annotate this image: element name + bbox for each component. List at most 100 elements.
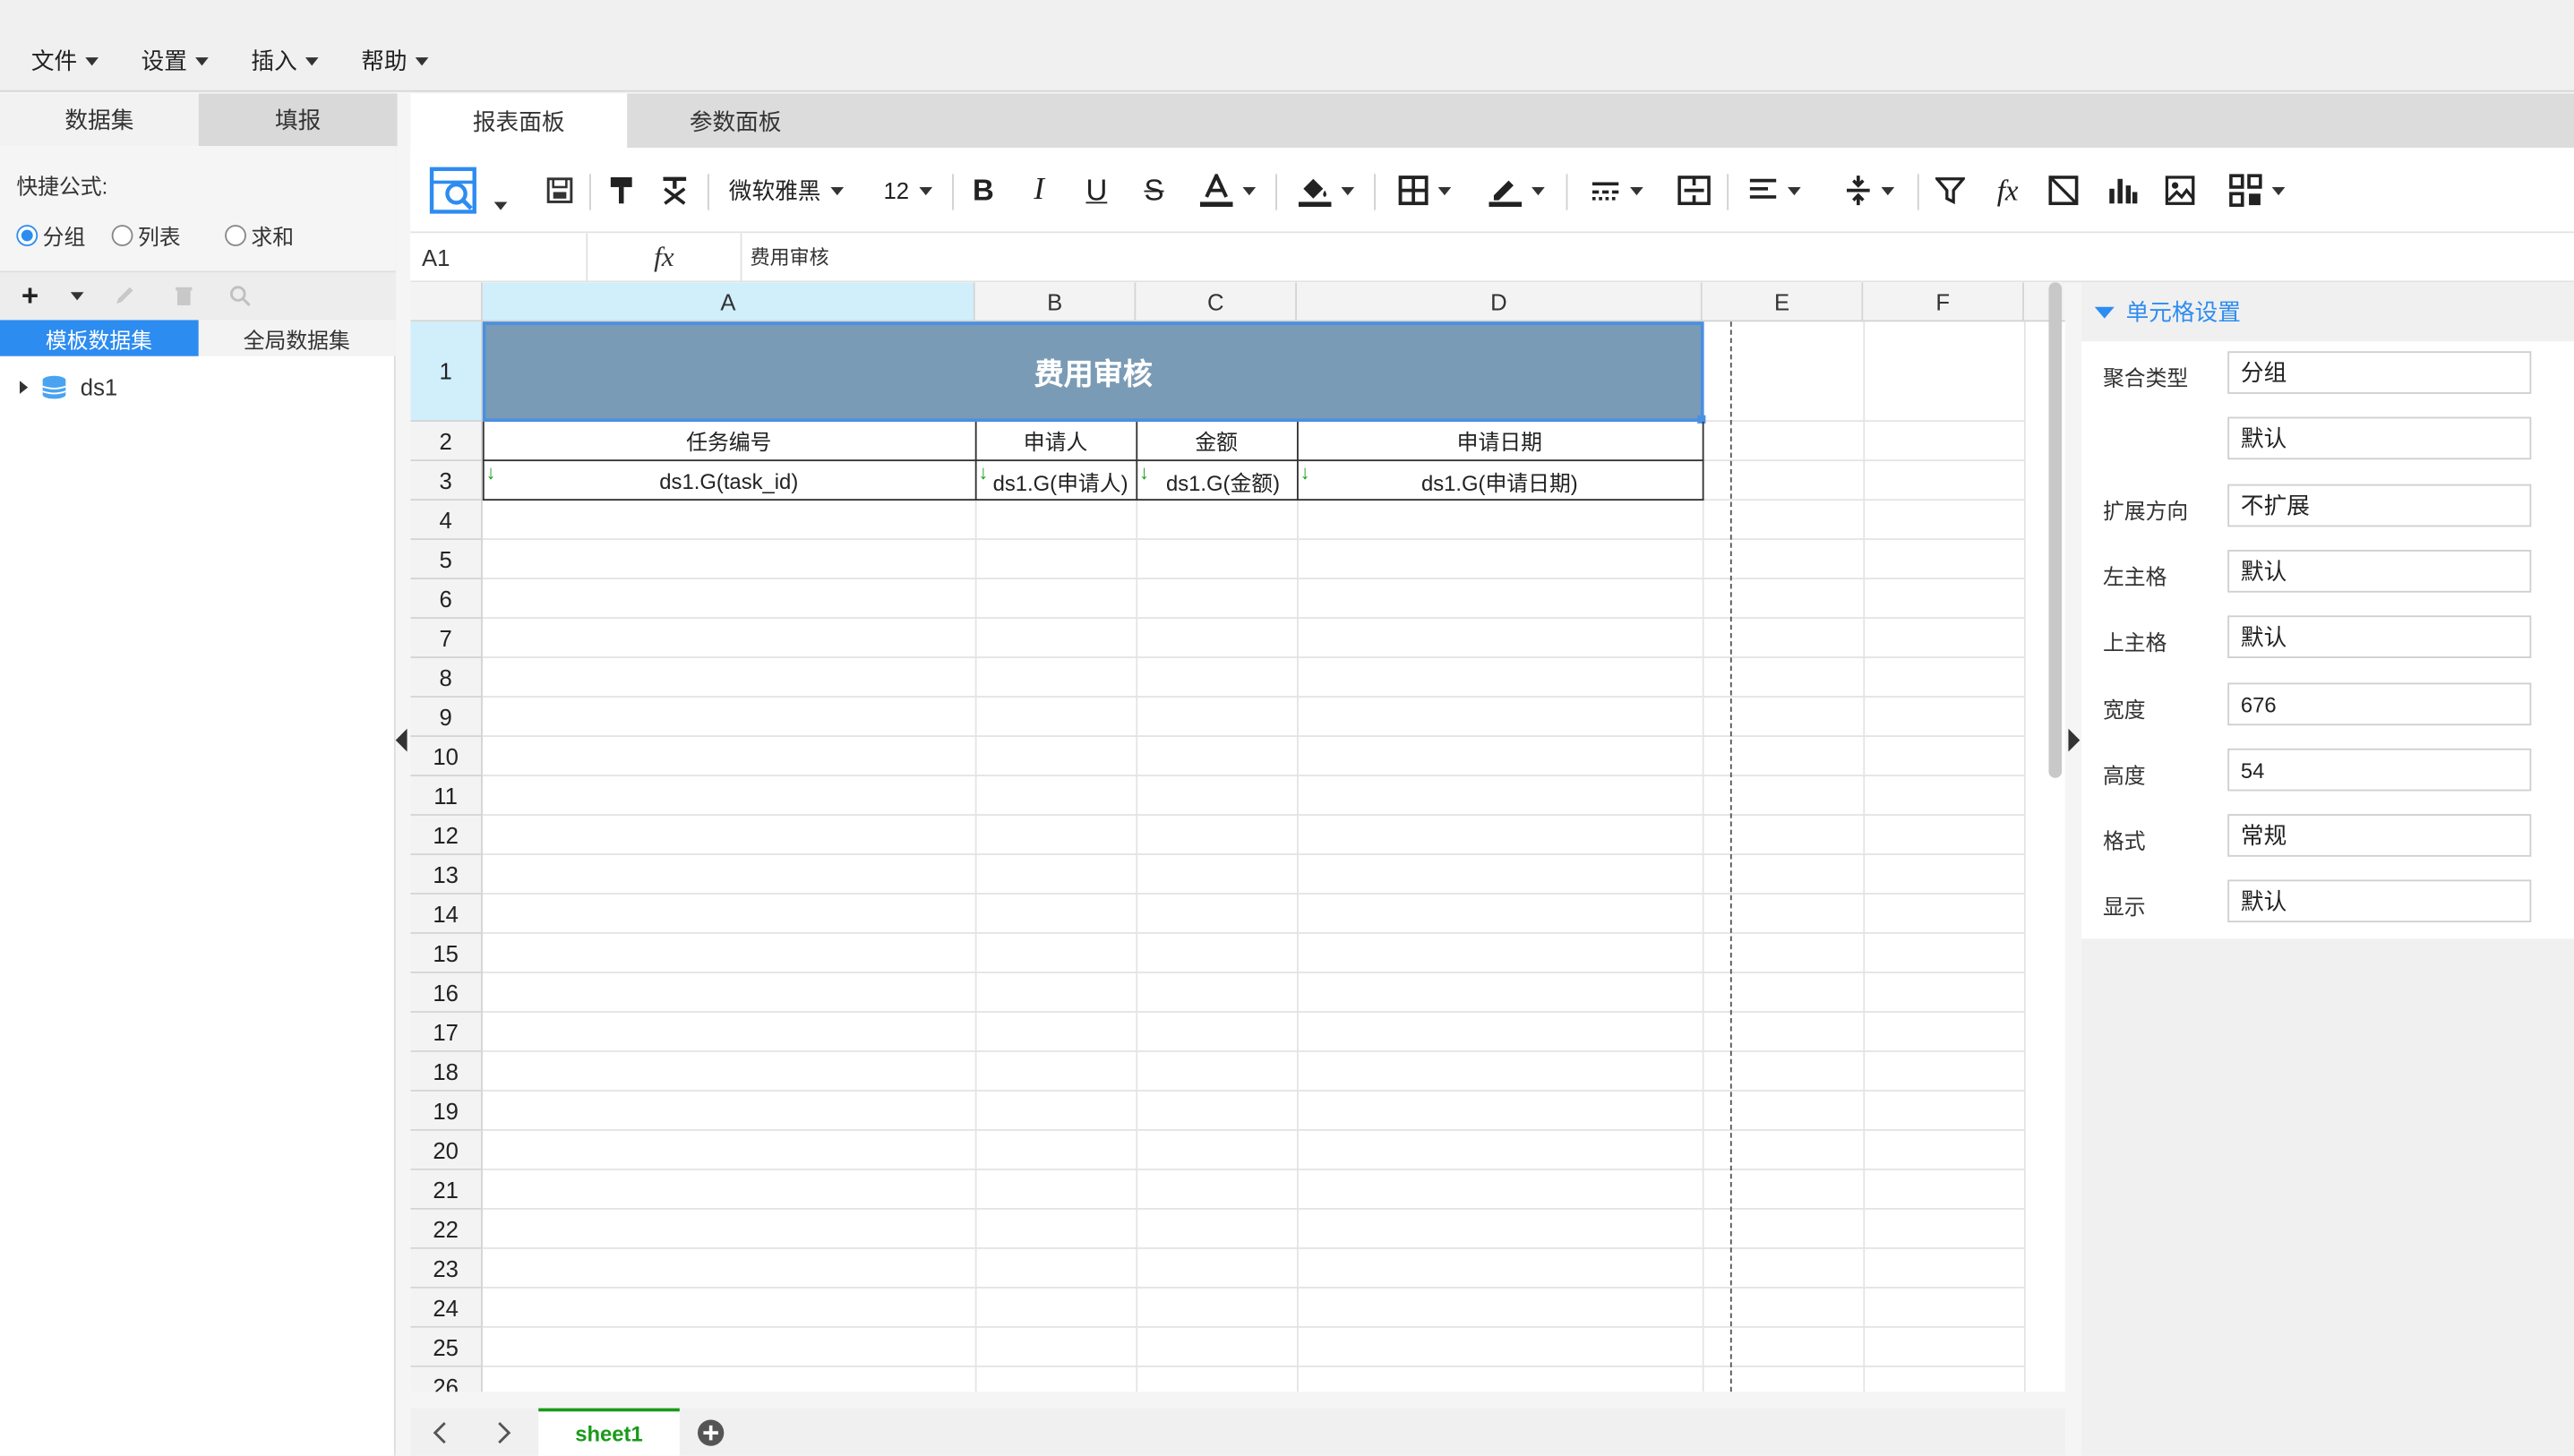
row-header[interactable]: 23: [410, 1248, 483, 1289]
preview-button[interactable]: [427, 164, 510, 217]
select-all-corner[interactable]: [410, 282, 483, 322]
header-cell-task-id[interactable]: 任务编号: [483, 422, 975, 459]
data-cell-date[interactable]: ds1.G(申请日期): [1297, 461, 1703, 501]
aggregate-sub-select[interactable]: 默认: [2227, 416, 2532, 460]
menu-file[interactable]: 文件: [31, 44, 99, 77]
row-header[interactable]: 2: [410, 422, 483, 462]
font-family-select[interactable]: 微软雅黑: [725, 164, 847, 217]
font-size-select[interactable]: 12: [879, 164, 935, 217]
header-cell-date[interactable]: 申请日期: [1297, 422, 1703, 459]
tab-report-panel[interactable]: 报表面板: [410, 93, 628, 148]
tab-global-dataset[interactable]: 全局数据集: [197, 320, 396, 356]
row-header[interactable]: 22: [410, 1209, 483, 1249]
row-header[interactable]: 12: [410, 815, 483, 855]
row-header[interactable]: 1: [410, 321, 483, 423]
row-header[interactable]: 18: [410, 1051, 483, 1092]
chevron-down-icon[interactable]: [70, 292, 84, 301]
bold-button[interactable]: B: [965, 164, 1001, 217]
row-header[interactable]: 8: [410, 657, 483, 698]
radio-group[interactable]: 分组: [16, 220, 85, 252]
col-header-b[interactable]: B: [974, 282, 1137, 322]
edit-icon[interactable]: [113, 284, 136, 307]
expand-direction-select[interactable]: 不扩展: [2227, 484, 2532, 527]
strikethrough-button[interactable]: S: [1136, 164, 1171, 217]
add-sheet-icon[interactable]: [696, 1418, 725, 1448]
delete-icon[interactable]: [172, 284, 195, 307]
border-button[interactable]: [1394, 164, 1456, 217]
top-parent-select[interactable]: 默认: [2227, 615, 2532, 658]
format-painter-button[interactable]: [605, 164, 640, 217]
chart-button[interactable]: [2105, 164, 2141, 217]
row-header[interactable]: 16: [410, 972, 483, 1013]
more-button[interactable]: [2225, 164, 2290, 217]
clear-format-button[interactable]: [656, 164, 692, 217]
radio-sum[interactable]: 求和: [225, 220, 294, 252]
row-header[interactable]: 24: [410, 1288, 483, 1328]
function-button[interactable]: fx: [1988, 164, 2028, 217]
align-button[interactable]: [1744, 164, 1806, 217]
filter-button[interactable]: [1932, 164, 1968, 217]
data-cell-amount[interactable]: ds1.G(金额): [1149, 461, 1297, 501]
collapse-right-icon[interactable]: [2068, 728, 2081, 752]
image-button[interactable]: [2162, 164, 2198, 217]
cell-settings-header[interactable]: 单元格设置: [2081, 282, 2574, 341]
menu-insert[interactable]: 插入: [251, 44, 319, 77]
next-sheet-icon[interactable]: [496, 1421, 512, 1444]
row-header[interactable]: 6: [410, 579, 483, 620]
data-cell-task-id[interactable]: ds1.G(task_id): [483, 461, 975, 501]
tab-template-dataset[interactable]: 模板数据集: [0, 320, 198, 356]
format-select[interactable]: 常规: [2227, 814, 2532, 857]
spreadsheet-grid[interactable]: A B C D E F 1 2 3 4 5 6 7 8 9 10 11 12 1…: [410, 282, 2065, 1392]
col-header-c[interactable]: C: [1136, 282, 1297, 322]
row-header[interactable]: 3: [410, 461, 483, 501]
row-header[interactable]: 19: [410, 1091, 483, 1131]
vertical-align-button[interactable]: [1839, 164, 1901, 217]
slash-cell-button[interactable]: [2046, 164, 2081, 217]
display-select[interactable]: 默认: [2227, 879, 2532, 923]
border-style-button[interactable]: [1586, 164, 1649, 217]
tab-param-panel[interactable]: 参数面板: [627, 93, 844, 147]
tab-fill[interactable]: 填报: [198, 93, 398, 147]
search-icon[interactable]: [228, 284, 252, 307]
save-button[interactable]: [542, 164, 578, 217]
expand-icon[interactable]: [19, 381, 29, 394]
fill-color-button[interactable]: [1291, 164, 1360, 217]
row-header[interactable]: 26: [410, 1366, 483, 1392]
sheet-tab-sheet1[interactable]: sheet1: [538, 1408, 680, 1456]
data-cell-applicant[interactable]: ds1.G(申请人): [985, 461, 1137, 501]
col-header-a[interactable]: A: [482, 282, 975, 322]
formula-input[interactable]: 费用审核: [751, 233, 829, 280]
fx-icon[interactable]: fx: [588, 233, 742, 281]
row-header[interactable]: 13: [410, 854, 483, 895]
underline-button[interactable]: U: [1078, 164, 1114, 217]
title-cell[interactable]: 费用审核: [482, 321, 1704, 423]
collapse-left-icon[interactable]: [395, 728, 408, 752]
row-header[interactable]: 4: [410, 501, 483, 541]
merge-cells-button[interactable]: [1675, 164, 1714, 217]
row-header[interactable]: 21: [410, 1169, 483, 1210]
row-header[interactable]: 25: [410, 1327, 483, 1367]
col-header-f[interactable]: F: [1863, 282, 2024, 322]
header-cell-amount[interactable]: 金额: [1136, 422, 1297, 459]
col-header-e[interactable]: E: [1702, 282, 1864, 322]
italic-button[interactable]: I: [1021, 164, 1057, 217]
row-header[interactable]: 15: [410, 933, 483, 973]
font-color-button[interactable]: [1194, 164, 1263, 217]
header-cell-applicant[interactable]: 申请人: [975, 422, 1137, 459]
row-header[interactable]: 10: [410, 736, 483, 776]
row-header[interactable]: 20: [410, 1130, 483, 1170]
row-header[interactable]: 7: [410, 619, 483, 658]
row-header[interactable]: 14: [410, 894, 483, 934]
width-input[interactable]: 676: [2227, 682, 2532, 726]
row-header[interactable]: 5: [410, 540, 483, 580]
col-header-d[interactable]: D: [1296, 282, 1703, 322]
cell-ref-box[interactable]: A1: [410, 233, 588, 281]
menu-help[interactable]: 帮助: [361, 44, 429, 77]
left-parent-select[interactable]: 默认: [2227, 550, 2532, 593]
add-dataset-button[interactable]: +: [21, 279, 39, 313]
row-header[interactable]: 11: [410, 775, 483, 816]
menu-settings[interactable]: 设置: [142, 44, 209, 77]
aggregate-type-select[interactable]: 分组: [2227, 351, 2532, 394]
tab-dataset[interactable]: 数据集: [0, 93, 199, 147]
row-header[interactable]: 9: [410, 697, 483, 737]
